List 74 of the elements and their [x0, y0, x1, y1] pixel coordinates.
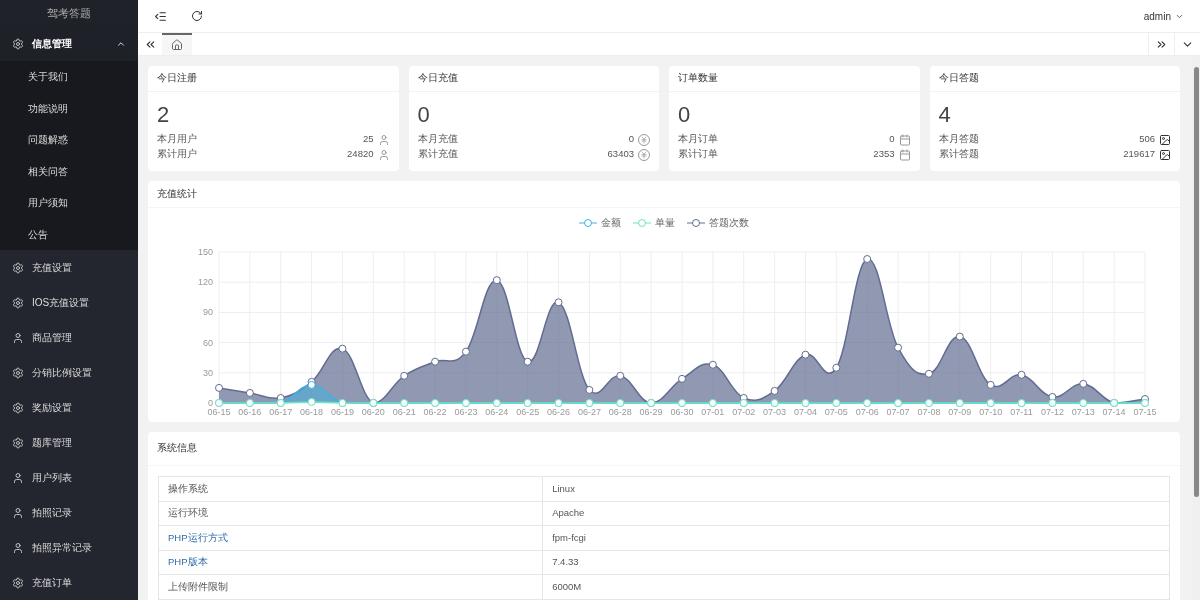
x-tick-label: 06-25 [516, 407, 540, 417]
x-tick-label: 07-09 [948, 407, 972, 417]
x-tick-label: 06-23 [454, 407, 478, 417]
stat-count: 63403 [607, 147, 634, 162]
stat-label: 本月充值 [417, 132, 459, 147]
y-tick-label: 150 [197, 247, 213, 257]
stat-count: 506 [1139, 132, 1155, 147]
x-tick-label: 07-06 [855, 407, 879, 417]
y-tick-label: 0 [207, 398, 213, 408]
x-tick-label: 06-30 [670, 407, 694, 417]
x-tick-label: 07-11 [1010, 407, 1033, 417]
table-cell: PHP版本 [158, 550, 543, 575]
x-tick-label: 07-13 [1071, 407, 1095, 417]
stat-label: 本月用户 [157, 132, 198, 147]
stat-label: 累计订单 [678, 147, 719, 162]
x-tick-label: 07-08 [917, 407, 941, 417]
x-tick-label: 07-02 [732, 407, 756, 417]
panel-title: 系统信息 [148, 432, 1180, 466]
x-tick-label: 06-16 [238, 407, 262, 417]
table-cell: 运行环境 [158, 501, 543, 526]
card-title: 订单数量 [669, 66, 920, 92]
stat-label: 本月订单 [678, 132, 719, 147]
x-tick-label: 07-12 [1040, 407, 1064, 417]
app-title: 驾考答题 [0, 0, 138, 26]
card-title: 今日注册 [148, 66, 399, 92]
stat-value: 4 [938, 102, 952, 128]
stat-count: 219617 [1123, 147, 1155, 162]
x-tick-label: 06-18 [300, 407, 324, 417]
y-tick-label: 30 [202, 367, 213, 378]
x-tick-label: 07-05 [824, 407, 848, 417]
stat-label: 累计答题 [938, 147, 980, 162]
panel-title: 充值统计 [148, 181, 1180, 208]
x-tick-label: 06-15 [207, 407, 231, 417]
table-cell: Linux [542, 476, 1170, 501]
stat-count: 25 [362, 132, 374, 147]
x-tick-label: 07-14 [1102, 407, 1126, 417]
x-tick-label: 06-21 [392, 407, 416, 417]
x-tick-label: 07-15 [1133, 407, 1157, 417]
table-cell: PHP运行方式 [158, 525, 543, 550]
stat-count: 0 [628, 132, 634, 147]
stat-count: 2353 [873, 147, 895, 162]
stat-value: 2 [157, 102, 171, 128]
stat-label: 累计充值 [417, 147, 459, 162]
stat-label: 累计用户 [157, 147, 198, 162]
table-cell: fpm-fcgi [542, 525, 1170, 550]
card-title: 今日答题 [929, 66, 1180, 92]
table-cell: 7.4.33 [542, 550, 1170, 575]
x-tick-label: 06-20 [361, 407, 385, 417]
x-tick-label: 07-04 [793, 407, 817, 417]
x-tick-label: 07-10 [979, 407, 1003, 417]
x-tick-label: 06-26 [547, 407, 571, 417]
x-tick-label: 06-27 [577, 407, 601, 417]
stat-value: 0 [417, 102, 431, 128]
x-tick-label: 06-22 [423, 407, 447, 417]
table-cell: Apache [542, 501, 1170, 526]
stat-count: 24820 [347, 147, 374, 162]
x-tick-label: 06-28 [608, 407, 632, 417]
y-tick-label: 90 [202, 307, 213, 318]
x-tick-label: 06-17 [269, 407, 293, 417]
x-tick-label: 07-01 [701, 407, 725, 417]
card-title: 今日充值 [408, 66, 659, 92]
y-tick-label: 120 [197, 277, 213, 288]
stat-count: 0 [889, 132, 895, 147]
x-tick-label: 07-03 [763, 407, 787, 417]
table-cell: 6000M [542, 574, 1170, 599]
y-tick-label: 60 [202, 337, 213, 348]
table-cell: 上传附件限制 [158, 574, 543, 599]
x-tick-label: 06-29 [639, 407, 663, 417]
x-tick-label: 06-24 [485, 407, 509, 417]
stat-value: 0 [678, 102, 692, 128]
table-cell: 操作系统 [158, 476, 543, 501]
stat-label: 本月答题 [938, 132, 980, 147]
x-tick-label: 06-19 [330, 407, 354, 417]
x-tick-label: 07-07 [886, 407, 910, 417]
